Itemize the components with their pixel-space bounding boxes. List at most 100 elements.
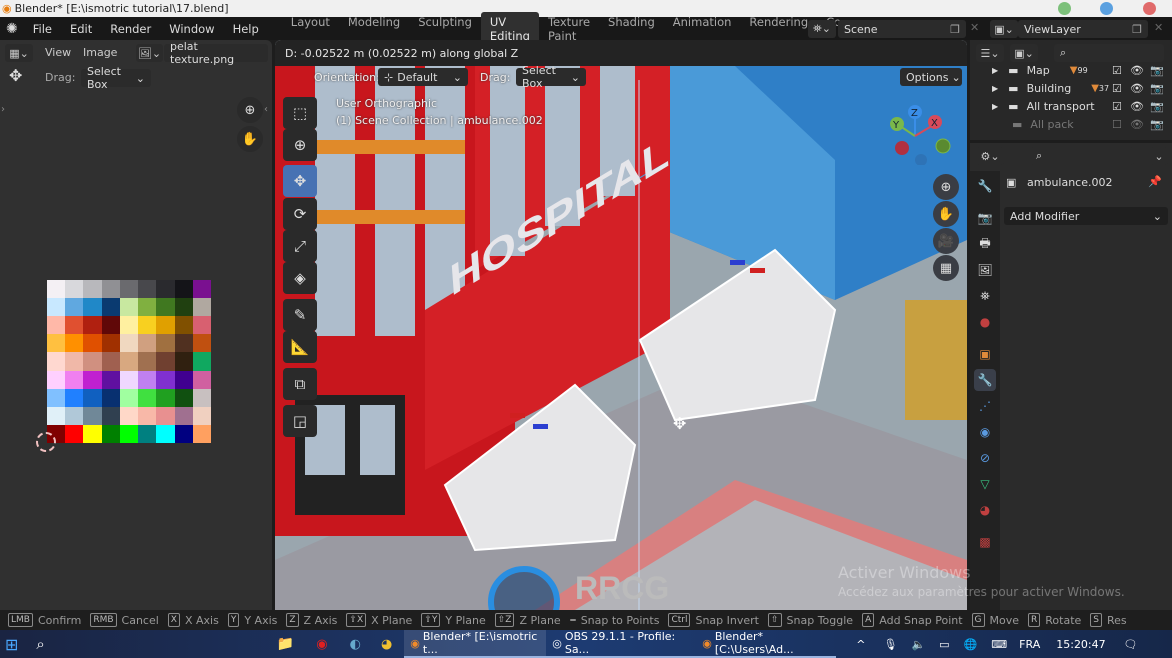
properties-panel[interactable]: ⚙⌄ ⌕ ⌄ 🔧 📷 🖶 🖼 ⛯ ● ▣ 🔧 ⋰ ◉ ⊘ ▽ ◕ ▩ ▣ amb…: [970, 143, 1172, 610]
drag-select-dropdown[interactable]: Select Box ⌄: [81, 65, 151, 91]
camera-icon[interactable]: 📷: [1150, 118, 1164, 131]
tab-data-icon[interactable]: ▽: [974, 473, 996, 495]
options-dropdown[interactable]: Options ⌄: [900, 68, 962, 86]
menu-help[interactable]: Help: [224, 22, 268, 36]
viewport-pan-icon[interactable]: ✋: [933, 201, 959, 227]
file-explorer-icon[interactable]: 📁: [277, 636, 294, 652]
tool-move[interactable]: ✥: [283, 165, 317, 197]
eye-icon[interactable]: 👁: [1130, 118, 1144, 131]
tab-render-icon[interactable]: 📷: [974, 207, 996, 229]
record-app-icon[interactable]: ◉: [316, 637, 327, 652]
sidebar-toggle-icon[interactable]: ‹: [264, 104, 268, 115]
properties-editor-type-icon[interactable]: ⚙⌄: [976, 147, 1004, 165]
uv-menu-image[interactable]: Image: [83, 46, 117, 59]
tool-annotate[interactable]: ✎: [283, 299, 317, 331]
outliner-item[interactable]: ▶ ▬ Building ▼37 ☑ 👁 📷: [970, 79, 1172, 97]
outliner-search-input[interactable]: ⌕: [1054, 44, 1164, 62]
expand-arrow-icon[interactable]: ▶: [992, 84, 998, 93]
search-icon[interactable]: ⌕: [36, 635, 44, 653]
tab-output-icon[interactable]: 🖶: [974, 233, 996, 255]
eye-icon[interactable]: 👁: [1130, 100, 1144, 113]
tool-extrude[interactable]: ◲: [283, 405, 317, 437]
viewport-drag-dropdown[interactable]: Select Box ⌄: [516, 64, 586, 90]
delete-viewlayer-icon[interactable]: ✕: [1154, 21, 1163, 34]
keyboard-icon[interactable]: ⌨: [991, 638, 1007, 651]
notifications-icon[interactable]: 🗨: [1124, 638, 1138, 651]
start-menu-icon[interactable]: ⊞: [5, 635, 18, 654]
menu-window[interactable]: Window: [160, 22, 223, 36]
zoom-icon[interactable]: ⊕: [237, 97, 263, 123]
2d-cursor-icon[interactable]: [36, 432, 56, 452]
tab-material-icon[interactable]: ◕: [974, 499, 996, 521]
move-tool-icon[interactable]: ✥: [9, 66, 22, 85]
maximize-button[interactable]: [1100, 2, 1113, 15]
tab-scene-icon[interactable]: ⛯: [974, 285, 996, 307]
copy-scene-icon[interactable]: ❐: [950, 23, 960, 36]
camera-icon[interactable]: 📷: [1150, 100, 1164, 113]
pan-hand-icon[interactable]: ✋: [237, 126, 263, 152]
ortho-grid-icon[interactable]: ▦: [933, 255, 959, 281]
toolbar-toggle-icon[interactable]: ›: [1, 104, 5, 115]
chrome-icon[interactable]: ◕: [381, 637, 392, 652]
tab-particles-icon[interactable]: ⋰: [974, 395, 996, 417]
network-icon[interactable]: 🌐: [964, 638, 978, 651]
editor-type-icon[interactable]: ▦⌄: [5, 44, 33, 62]
clock[interactable]: 15:20:47: [1056, 638, 1105, 651]
edge-icon[interactable]: ◐: [350, 637, 361, 652]
taskbar-app-blender-1[interactable]: ◉ Blender* [E:\ismotric t...: [404, 630, 547, 658]
exclude-checkbox[interactable]: ☑: [1112, 64, 1122, 77]
outliner-display-mode-icon[interactable]: ☰⌄: [976, 44, 1004, 62]
tab-object-icon[interactable]: ▣: [974, 343, 996, 365]
outliner-item[interactable]: ▶ ▬ All transport ☑ 👁 📷: [970, 97, 1172, 115]
outliner-panel[interactable]: ☰⌄ ▣⌄ ⌕ ▶ ▬ Map ▼99 ☑ 👁 📷 ▶ ▬ Building ▼…: [970, 40, 1172, 140]
outliner-item[interactable]: ▶ ▬ Map ▼99 ☑ 👁 📷: [970, 61, 1172, 79]
tool-rotate[interactable]: ⟳: [283, 198, 317, 230]
volume-icon[interactable]: 🔈: [911, 638, 925, 651]
language-indicator[interactable]: FRA: [1019, 638, 1040, 651]
viewlayer-selector-icon[interactable]: ▣⌄: [990, 20, 1018, 38]
camera-view-icon[interactable]: 🎥: [933, 228, 959, 254]
viewport-zoom-icon[interactable]: ⊕: [933, 174, 959, 200]
tab-physics-icon[interactable]: ◉: [974, 421, 996, 443]
uv-menu-view[interactable]: View: [45, 46, 71, 59]
pin-icon[interactable]: 📌: [1148, 175, 1162, 188]
expand-arrow-icon[interactable]: ▶: [992, 66, 998, 75]
eye-icon[interactable]: 👁: [1130, 64, 1144, 77]
taskbar-app-obs[interactable]: ◎ OBS 29.1.1 - Profile: Sa...: [546, 630, 697, 658]
image-name-field[interactable]: pelat texture.png: [164, 40, 268, 66]
microphone-icon[interactable]: 🎙: [884, 638, 898, 651]
tool-select-box[interactable]: ⬚: [283, 97, 317, 129]
camera-icon[interactable]: 📷: [1150, 82, 1164, 95]
tool-scale[interactable]: ⤢: [283, 230, 317, 262]
tab-world-icon[interactable]: ●: [974, 311, 996, 333]
delete-scene-icon[interactable]: ✕: [970, 21, 979, 34]
minimize-button[interactable]: [1058, 2, 1071, 15]
eye-icon[interactable]: 👁: [1130, 82, 1144, 95]
add-modifier-dropdown[interactable]: Add Modifier ⌄: [1004, 207, 1168, 225]
image-browse-icon[interactable]: 🖼⌄: [136, 44, 163, 62]
3d-viewport[interactable]: D: -0.02522 m (0.02522 m) along global Z…: [275, 40, 967, 610]
copy-viewlayer-icon[interactable]: ❐: [1132, 23, 1142, 36]
viewlayer-name-field[interactable]: ViewLayer ❐: [1018, 20, 1148, 38]
tool-measure[interactable]: 📐: [283, 331, 317, 363]
tool-add-cube[interactable]: ⧉: [283, 368, 317, 400]
tab-texture-icon[interactable]: ▩: [974, 531, 996, 553]
menu-file[interactable]: File: [24, 22, 61, 36]
camera-icon[interactable]: 📷: [1150, 64, 1164, 77]
exclude-checkbox[interactable]: ☑: [1112, 82, 1122, 95]
navigation-gizmo[interactable]: Z Y X: [887, 100, 957, 166]
battery-icon[interactable]: ▭: [939, 638, 949, 651]
exclude-checkbox[interactable]: ☑: [1112, 100, 1122, 113]
tray-overflow-icon[interactable]: ^: [856, 638, 865, 651]
menu-render[interactable]: Render: [101, 22, 160, 36]
outliner-filter-icon[interactable]: ▣⌄: [1010, 44, 1038, 62]
expand-arrow-icon[interactable]: ▶: [992, 102, 998, 111]
tool-transform[interactable]: ◈: [283, 262, 317, 294]
orientation-dropdown[interactable]: ⊹ Default ⌄: [378, 68, 468, 86]
outliner-item[interactable]: ▬ All pack ☐ 👁 📷: [970, 115, 1172, 133]
menu-edit[interactable]: Edit: [61, 22, 101, 36]
scene-selector-icon[interactable]: ⛯⌄: [808, 20, 836, 38]
tab-tool-icon[interactable]: 🔧: [974, 175, 996, 197]
properties-search-input[interactable]: ⌕: [1030, 147, 1134, 165]
exclude-checkbox[interactable]: ☐: [1112, 118, 1122, 131]
